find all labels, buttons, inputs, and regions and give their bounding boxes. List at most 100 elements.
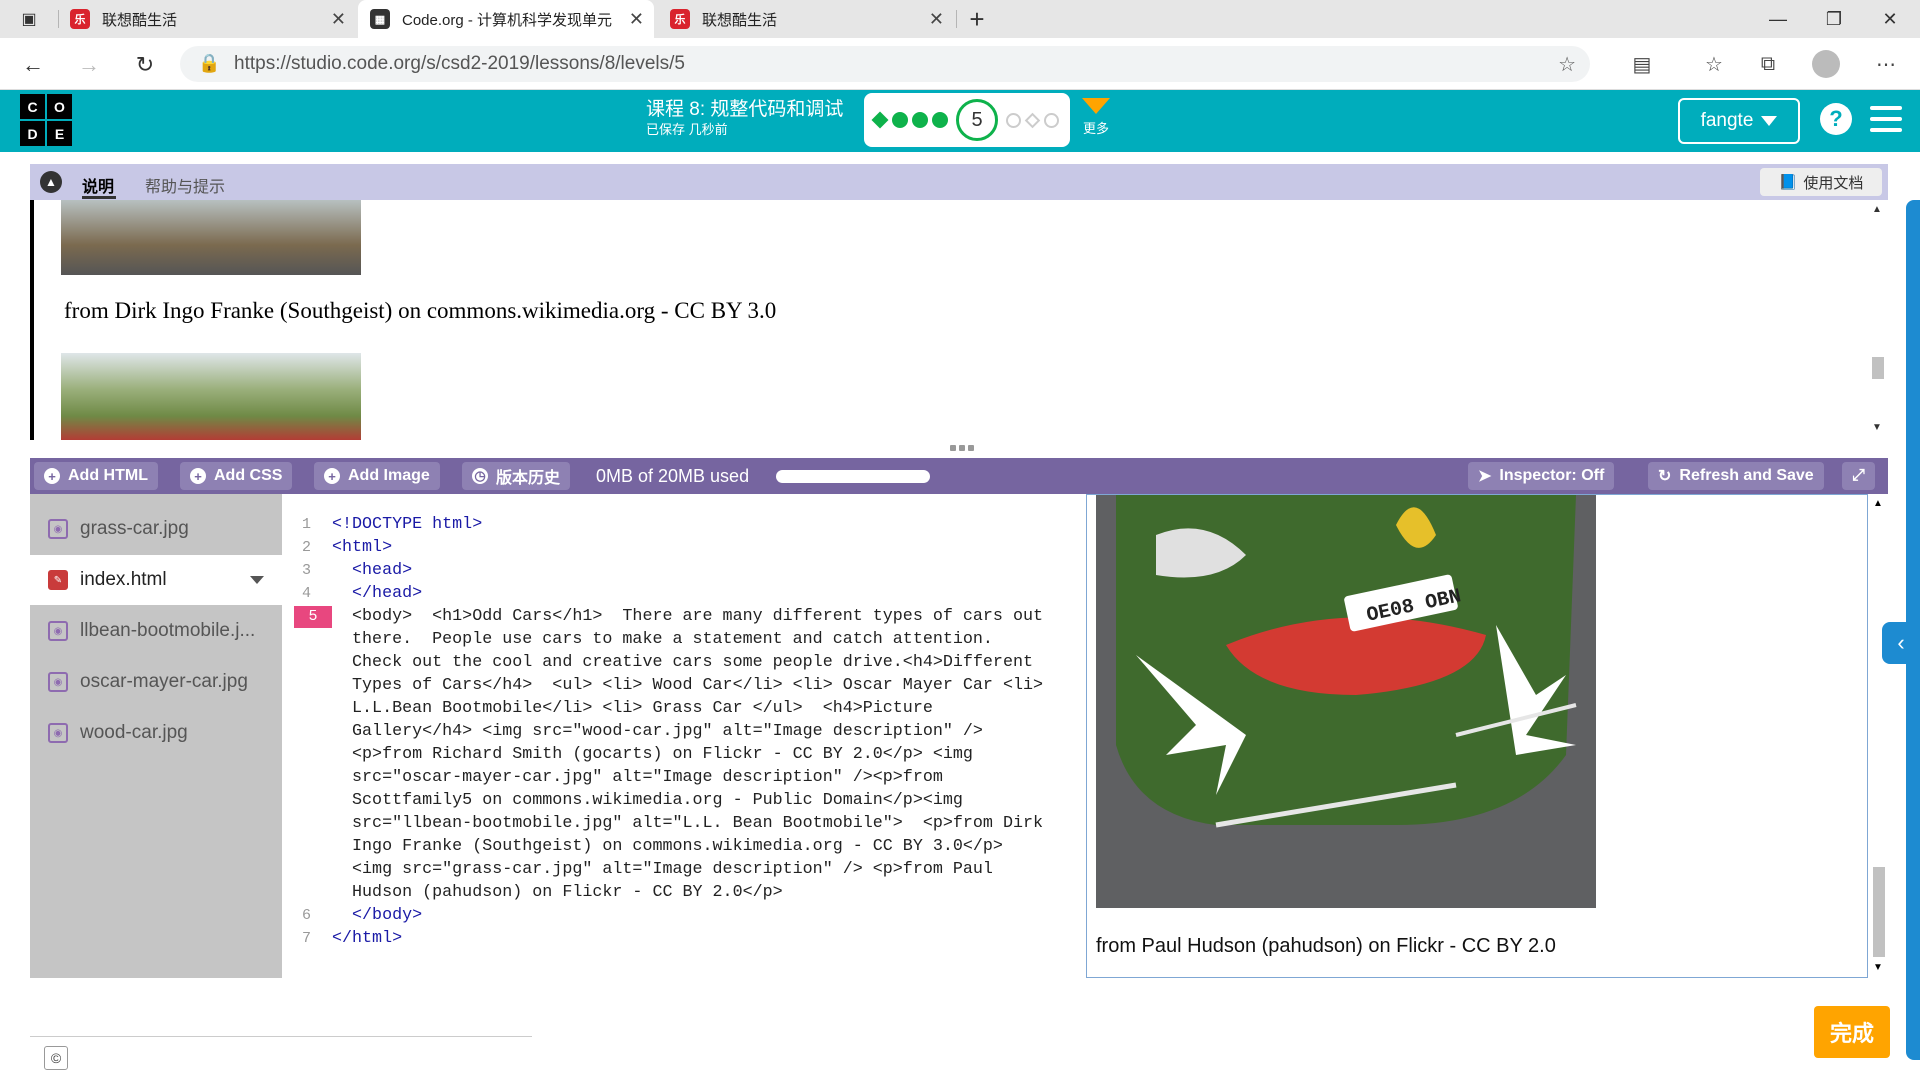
more-label: 更多 <box>1082 121 1109 136</box>
scroll-thumb[interactable] <box>1873 867 1885 957</box>
file-item[interactable]: ◉ oscar-mayer-car.jpg <box>30 657 282 707</box>
window-close-icon[interactable]: ✕ <box>1862 0 1918 38</box>
resize-handle[interactable] <box>950 445 974 451</box>
image-file-icon: ◉ <box>48 621 68 641</box>
scroll-thumb[interactable] <box>1872 357 1884 379</box>
current-level-bubble[interactable]: 5 <box>956 99 998 141</box>
logo-letter: D <box>20 121 45 146</box>
chevron-left-icon: ‹ <box>1897 630 1905 655</box>
more-menu-icon[interactable]: ⋯ <box>1870 48 1902 80</box>
level-dot[interactable] <box>892 112 908 128</box>
code-editor[interactable]: 1 2 3 4 5 6 7 <!DOCTYPE html> <html> <he… <box>282 494 1086 978</box>
logo-letter: O <box>47 94 72 119</box>
inspector-toggle-button[interactable]: ➤ Inspector: Off <box>1468 462 1615 490</box>
level-dot[interactable] <box>1044 112 1059 128</box>
url-field[interactable]: 🔒 https://studio.code.org/s/csd2-2019/le… <box>180 46 1590 82</box>
documentation-button[interactable]: 📘 使用文档 <box>1760 168 1882 196</box>
image-file-icon: ◉ <box>48 672 68 692</box>
code-line: L.L.Bean Bootmobile</li> <li> Grass Car … <box>332 699 933 718</box>
version-history-button[interactable]: ◷ 版本历史 <box>462 462 571 490</box>
scroll-up-icon[interactable]: ▲ <box>1872 204 1882 215</box>
level-dot[interactable] <box>1006 112 1021 128</box>
forward-icon[interactable]: → <box>72 48 106 82</box>
code-line: there. People use cars to make a stateme… <box>332 630 993 649</box>
restore-icon[interactable]: ❐ <box>1806 0 1862 38</box>
code-line: <body> <h1>Odd Cars</h1> There are many … <box>332 607 1044 626</box>
finish-button[interactable]: 完成 <box>1814 1006 1890 1058</box>
profile-avatar[interactable] <box>1810 48 1842 80</box>
file-item[interactable]: ◉ grass-car.jpg <box>30 504 282 554</box>
preview-scrollbar[interactable]: ▲ ▼ <box>1868 494 1888 978</box>
line-number: 1 <box>302 516 312 533</box>
code-line: <!DOCTYPE html> <box>332 515 483 534</box>
add-favorite-icon[interactable]: ☆ <box>1558 52 1576 77</box>
close-icon[interactable]: ✕ <box>331 9 346 30</box>
side-panel-toggle[interactable]: ‹ <box>1882 622 1920 664</box>
clock-icon: ◷ <box>472 468 488 484</box>
more-levels-button[interactable]: 更多 <box>1082 98 1110 137</box>
help-icon[interactable]: ? <box>1820 103 1852 135</box>
reload-icon[interactable]: ↻ <box>128 48 162 82</box>
code-line: <html> <box>332 538 393 557</box>
line-number-highlighted: 5 <box>294 606 332 628</box>
collapse-icon[interactable]: ▲ <box>40 171 62 193</box>
scroll-down-icon[interactable]: ▼ <box>1873 962 1883 973</box>
file-item[interactable]: ◉ llbean-bootmobile.j... <box>30 606 282 656</box>
collections-icon[interactable]: ▤ <box>1626 48 1658 80</box>
favorites-icon[interactable]: ☆ <box>1698 48 1730 80</box>
level-dot[interactable] <box>871 111 889 129</box>
level-dot[interactable] <box>1024 112 1041 128</box>
tab-separator <box>58 10 59 28</box>
file-item-selected[interactable]: ✎ index.html <box>30 555 282 605</box>
code-line: </body> <box>332 906 423 925</box>
browser-tab-bar: ▣ 乐 联想酷生活 ✕ ▦ Code.org - 计算机科学发现单元 ✕ 乐 联… <box>0 0 1920 38</box>
file-name: wood-car.jpg <box>80 722 188 743</box>
back-icon[interactable]: ← <box>16 48 50 82</box>
close-icon[interactable]: ✕ <box>929 9 944 30</box>
code-line: src="llbean-bootmobile.jpg" alt="L.L. Be… <box>332 814 1044 833</box>
tab-actions-icon[interactable]: ▣ <box>12 2 46 36</box>
file-item[interactable]: ◉ wood-car.jpg <box>30 708 282 758</box>
code-line: Types of Cars</h4> <ul> <li> Wood Car</l… <box>332 676 1044 695</box>
chevron-down-icon[interactable] <box>250 576 264 584</box>
line-number: 3 <box>302 562 312 579</box>
lesson-title[interactable]: 课程 8: 规整代码和调试 <box>646 94 843 121</box>
new-tab-icon[interactable]: + <box>960 2 994 36</box>
code-line: Scottfamily5 on commons.wikimedia.org - … <box>332 791 963 810</box>
cursor-icon: ➤ <box>1478 468 1492 485</box>
collections-add-icon[interactable]: ⧉ <box>1752 48 1784 80</box>
browser-tab-1[interactable]: 乐 联想酷生活 ✕ <box>60 0 356 38</box>
add-css-button[interactable]: + Add CSS <box>180 462 293 490</box>
codeorg-logo[interactable]: C O D E <box>20 94 72 146</box>
add-image-button[interactable]: + Add Image <box>314 462 440 490</box>
refresh-save-button[interactable]: ↻ Refresh and Save <box>1648 462 1824 490</box>
lenovo-icon: 乐 <box>70 9 90 29</box>
scroll-down-icon[interactable]: ▼ <box>1872 422 1882 433</box>
preview-pane[interactable]: OE08 OBN from Paul Hudson (pahudson) on … <box>1086 494 1868 978</box>
code-line: Gallery</h4> <img src="wood-car.jpg" alt… <box>332 722 983 741</box>
browser-tab-3[interactable]: 乐 联想酷生活 ✕ <box>658 0 954 38</box>
level-dot[interactable] <box>932 112 948 128</box>
copyright-icon[interactable]: © <box>44 1046 68 1070</box>
tab-help-tips[interactable]: 帮助与提示 <box>145 173 225 197</box>
fullscreen-button[interactable]: ⤢ <box>1842 462 1875 490</box>
code-line: </html> <box>332 929 403 948</box>
tab-instructions[interactable]: 说明 <box>82 173 114 197</box>
image-file-icon: ◉ <box>48 519 68 539</box>
level-dot[interactable] <box>912 112 928 128</box>
instructions-scrollbar[interactable]: ▲ ▼ <box>1868 200 1888 440</box>
image-file-icon: ◉ <box>48 723 68 743</box>
browser-tab-2[interactable]: ▦ Code.org - 计算机科学发现单元 ✕ <box>358 0 654 38</box>
instructions-header: ▲ 说明 帮助与提示 📘 使用文档 <box>30 164 1888 200</box>
hamburger-menu-icon[interactable] <box>1870 106 1902 132</box>
expand-icon: ⤢ <box>1852 467 1865 484</box>
minimize-icon[interactable]: — <box>1750 0 1806 38</box>
user-menu-button[interactable]: fangte <box>1678 98 1800 144</box>
user-name: fangte <box>1700 110 1754 131</box>
image-caption: from Dirk Ingo Franke (Southgeist) on co… <box>64 298 777 323</box>
book-icon: 📘 <box>1778 174 1798 191</box>
bootmobile-image <box>61 200 361 275</box>
add-html-button[interactable]: + Add HTML <box>34 462 158 490</box>
scroll-up-icon[interactable]: ▲ <box>1873 498 1883 509</box>
close-icon[interactable]: ✕ <box>629 9 644 30</box>
